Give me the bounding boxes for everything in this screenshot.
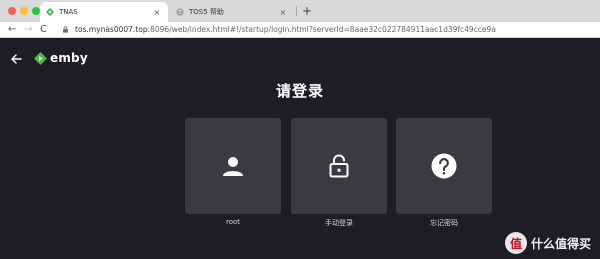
- forgot-password-label: 忘记密码: [430, 219, 458, 227]
- user-card-label: root: [225, 218, 241, 226]
- tab-tnas[interactable]: TNAS ×: [40, 2, 168, 22]
- site-watermark: 值 什么值得买: [505, 232, 591, 254]
- emby-logo[interactable]: emby: [34, 51, 88, 65]
- tnas-favicon-icon: [46, 8, 54, 16]
- window-minimize-button[interactable]: [20, 7, 28, 15]
- brand-name: emby: [50, 51, 88, 65]
- forgot-password-card[interactable]: [396, 118, 492, 214]
- tos-help-favicon-icon: T: [176, 8, 184, 16]
- question-icon: [431, 153, 457, 179]
- tab-close-icon[interactable]: ×: [152, 8, 162, 17]
- user-icon: [223, 157, 243, 176]
- manual-login-label: 手动登录: [325, 219, 353, 227]
- emby-login-page: emby 请登录 root 手动登录 忘记密码 值 什么值得买: [0, 39, 600, 259]
- browser-reload-button[interactable]: C: [40, 23, 47, 37]
- watermark-text: 什么值得买: [531, 236, 592, 251]
- tab-divider: [296, 6, 297, 16]
- tab-title: TNAS: [59, 8, 78, 16]
- manual-login-card[interactable]: [291, 118, 387, 214]
- svg-text:T: T: [177, 10, 182, 16]
- site-info-icon[interactable]: [62, 26, 69, 33]
- page-title: 请登录: [275, 82, 325, 100]
- url-path: :8096/web/index.html#!/startup/login.htm…: [147, 25, 496, 34]
- address-bar[interactable]: tos.mynas0007.top:8096/web/index.html#!/…: [75, 24, 496, 36]
- browser-back-button[interactable]: ←: [8, 23, 16, 37]
- window-close-button[interactable]: [8, 7, 16, 15]
- tab-close-icon[interactable]: ×: [278, 8, 288, 17]
- unlock-icon: [329, 154, 349, 178]
- back-arrow-icon[interactable]: [10, 53, 22, 65]
- watermark-badge: 值: [505, 232, 527, 254]
- user-card-root[interactable]: [185, 118, 281, 214]
- browser-toolbar: ← → C tos.mynas0007.top:8096/web/index.h…: [0, 22, 600, 38]
- window-maximize-button[interactable]: [32, 7, 40, 15]
- browser-forward-button[interactable]: →: [24, 23, 32, 37]
- new-tab-button[interactable]: +: [302, 3, 312, 19]
- tab-tos5-help[interactable]: T TOS5 帮助 ×: [170, 2, 294, 22]
- browser-tab-bar: TNAS × T TOS5 帮助 × +: [0, 0, 600, 22]
- url-host: tos.mynas0007.top: [75, 25, 148, 34]
- emby-logo-icon: [34, 51, 47, 65]
- tab-title: TOS5 帮助: [189, 8, 224, 16]
